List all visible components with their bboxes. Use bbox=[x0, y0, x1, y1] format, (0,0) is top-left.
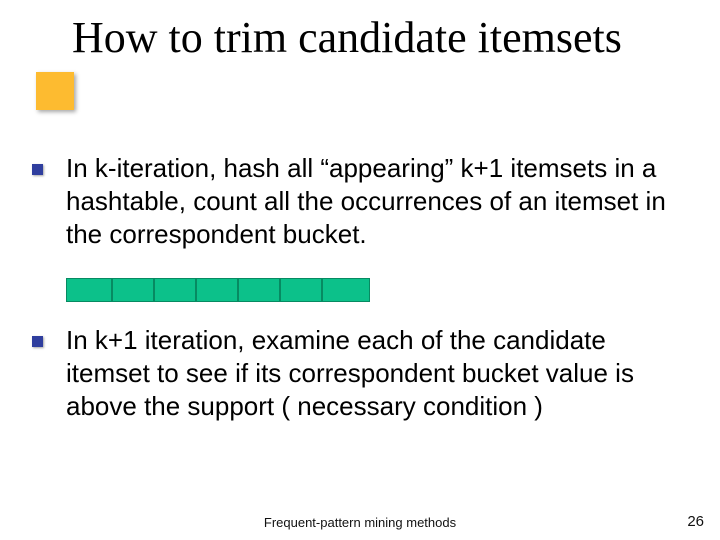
bullet-marker-icon bbox=[32, 336, 43, 347]
page-number: 26 bbox=[687, 513, 704, 530]
bullet-text: In k+1 iteration, examine each of the ca… bbox=[66, 324, 690, 422]
body-area: In k-iteration, hash all “appearing” k+1… bbox=[30, 152, 690, 451]
title-accent-square bbox=[36, 72, 74, 110]
bullet-item: In k+1 iteration, examine each of the ca… bbox=[30, 324, 690, 422]
hash-bucket-cell bbox=[280, 278, 322, 302]
hash-bucket-cell bbox=[196, 278, 238, 302]
title-wrap: How to trim candidate itemsets bbox=[72, 14, 700, 62]
hash-buckets-row bbox=[66, 278, 690, 302]
footer-text: Frequent-pattern mining methods bbox=[0, 515, 720, 530]
bullet-marker-icon bbox=[32, 164, 43, 175]
bullet-item: In k-iteration, hash all “appearing” k+1… bbox=[30, 152, 690, 250]
bullet-text: In k-iteration, hash all “appearing” k+1… bbox=[66, 152, 690, 250]
slide-title: How to trim candidate itemsets bbox=[72, 14, 700, 62]
hash-bucket-cell bbox=[66, 278, 112, 302]
hash-bucket-cell bbox=[238, 278, 280, 302]
hash-bucket-cell bbox=[112, 278, 154, 302]
hash-bucket-cell bbox=[322, 278, 370, 302]
hash-bucket-cell bbox=[154, 278, 196, 302]
